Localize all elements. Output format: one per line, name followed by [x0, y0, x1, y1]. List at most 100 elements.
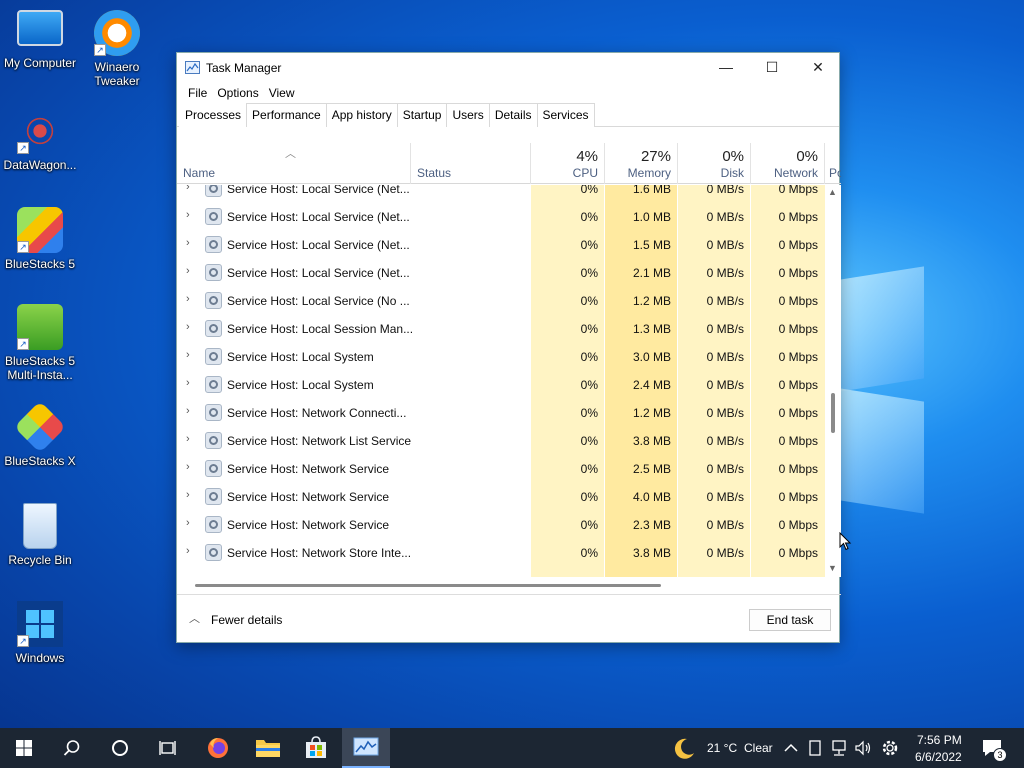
- tab-app-history[interactable]: App history: [325, 103, 398, 127]
- search-button[interactable]: [48, 728, 96, 768]
- chevron-right-icon[interactable]: ›: [186, 265, 190, 277]
- desktop-icon-datawagon[interactable]: ↗ DataWagon...: [0, 108, 80, 172]
- column-disk[interactable]: 0% Disk: [678, 143, 751, 184]
- tab-performance[interactable]: Performance: [246, 103, 327, 127]
- tab-processes[interactable]: Processes: [179, 103, 248, 128]
- table-row[interactable]: › Service Host: Local Service (No ... 0% 1.…: [177, 287, 825, 315]
- table-row[interactable]: › Service Host: Local Session Man... 0% 1.3…: [177, 315, 825, 343]
- column-memory[interactable]: 27% Memory: [605, 143, 678, 184]
- chevron-right-icon[interactable]: ›: [186, 489, 190, 501]
- chevron-right-icon[interactable]: ›: [186, 405, 190, 417]
- taskbar-task-manager[interactable]: [342, 728, 390, 768]
- column-cpu[interactable]: 4% CPU: [531, 143, 605, 184]
- menu-options[interactable]: Options: [212, 83, 263, 103]
- clock-date[interactable]: 6/6/2022: [915, 750, 962, 764]
- menu-file[interactable]: File: [183, 83, 212, 103]
- process-cpu: 0%: [580, 378, 598, 392]
- process-cpu: 0%: [580, 490, 598, 504]
- service-gear-icon: [205, 185, 222, 197]
- desktop-icon-winaero-tweaker[interactable]: ↗ Winaero Tweaker: [77, 10, 157, 88]
- desktop-icon-bluestacks-5[interactable]: ↗ BlueStacks 5: [0, 207, 80, 271]
- desktop-icon-my-computer[interactable]: My Computer: [0, 10, 80, 70]
- chevron-up-icon[interactable]: [784, 742, 798, 754]
- table-row[interactable]: › Service Host: Local Service (Net... 0% 1.…: [177, 185, 825, 203]
- chevron-up-icon[interactable]: ︿: [189, 610, 200, 626]
- chevron-right-icon[interactable]: ›: [186, 209, 190, 221]
- table-row[interactable]: › Service Host: Network Store Inte... 0% 3.…: [177, 539, 825, 567]
- windows-start-icon: [16, 740, 32, 756]
- process-disk: 0 MB/s: [706, 518, 744, 532]
- vertical-scroll-thumb[interactable]: [831, 393, 835, 433]
- task-view-button[interactable]: [144, 728, 192, 768]
- weather-condition[interactable]: Clear: [744, 741, 773, 755]
- sort-ascending-icon: ︿: [285, 148, 296, 160]
- table-row[interactable]: › Service Host: Network List Service 0% 3.8…: [177, 427, 825, 455]
- chevron-right-icon[interactable]: ›: [186, 293, 190, 305]
- chevron-right-icon[interactable]: ›: [186, 545, 190, 557]
- column-network[interactable]: 0% Network: [751, 143, 825, 184]
- clock-time[interactable]: 7:56 PM: [917, 733, 962, 747]
- table-row[interactable]: › Service Host: Local Service (Net... 0% 2.…: [177, 259, 825, 287]
- cortana-button[interactable]: [96, 728, 144, 768]
- minimize-button[interactable]: —: [703, 53, 749, 83]
- chevron-right-icon[interactable]: ›: [186, 517, 190, 529]
- chevron-right-icon[interactable]: ›: [186, 185, 190, 193]
- chevron-right-icon[interactable]: ›: [186, 461, 190, 473]
- bluestacks-icon: ↗: [17, 207, 63, 253]
- column-header: ︿ Name Status 4% CPU 27% Memory 0% Disk …: [177, 143, 841, 184]
- fewer-details-link[interactable]: Fewer details: [211, 613, 282, 627]
- chevron-right-icon[interactable]: ›: [186, 377, 190, 389]
- cpu-total-percent: 4%: [576, 148, 598, 165]
- maximize-button[interactable]: ☐: [749, 53, 795, 83]
- taskbar-file-explorer[interactable]: [244, 728, 292, 768]
- desktop-icon-bluestacks-x[interactable]: BlueStacks X: [0, 400, 80, 468]
- gear-icon[interactable]: [880, 738, 900, 758]
- chevron-right-icon[interactable]: ›: [186, 433, 190, 445]
- tab-startup[interactable]: Startup: [396, 103, 448, 127]
- chevron-right-icon[interactable]: ›: [186, 237, 190, 249]
- tablet-icon[interactable]: [808, 740, 822, 756]
- process-memory: 1.2 MB: [632, 406, 671, 420]
- column-status[interactable]: Status: [411, 143, 531, 184]
- column-name[interactable]: ︿ Name: [177, 143, 411, 184]
- wallpaper-windows-logo: [840, 255, 930, 515]
- vertical-scrollbar[interactable]: ▲ ▼: [825, 185, 841, 577]
- end-task-button[interactable]: End task: [749, 609, 831, 631]
- moon-weather-icon[interactable]: [672, 737, 696, 761]
- taskbar-microsoft-store[interactable]: [292, 728, 340, 768]
- table-row[interactable]: › Service Host: Network Service 0% 4.0 MB 0 …: [177, 483, 825, 511]
- table-row[interactable]: › Service Host: Network Connecti... 0% 1.2 …: [177, 399, 825, 427]
- shortcut-arrow-icon: ↗: [94, 44, 106, 56]
- table-row[interactable]: › Service Host: Local System 0% 2.4 MB 0 MB/…: [177, 371, 825, 399]
- desktop-icon-windows[interactable]: ↗ Windows: [0, 601, 80, 665]
- title-bar[interactable]: Task Manager — ☐ ✕: [177, 53, 839, 83]
- desktop-icon-recycle-bin[interactable]: Recycle Bin: [0, 503, 80, 567]
- weather-temperature[interactable]: 21 °C: [707, 741, 737, 755]
- process-network: 0 Mbps: [778, 546, 818, 560]
- desktop-icon-bluestacks-multi-instance[interactable]: ↗ BlueStacks 5 Multi-Insta...: [0, 304, 80, 382]
- table-row[interactable]: › Service Host: Local Service (Net... 0% 1.…: [177, 203, 825, 231]
- service-gear-icon: [205, 376, 222, 393]
- tab-users[interactable]: Users: [446, 103, 490, 127]
- network-icon[interactable]: [830, 739, 848, 757]
- datawagon-icon: ↗: [17, 108, 63, 154]
- table-row[interactable]: › Service Host: Local Service (Net... 0% 1.…: [177, 231, 825, 259]
- menu-view[interactable]: View: [264, 83, 300, 103]
- scroll-down-icon[interactable]: ▼: [828, 563, 837, 573]
- table-row[interactable]: › Service Host: Network Service 0% 2.3 MB 0 …: [177, 511, 825, 539]
- scroll-up-icon[interactable]: ▲: [828, 187, 837, 197]
- close-button[interactable]: ✕: [795, 53, 841, 83]
- chevron-right-icon[interactable]: ›: [186, 321, 190, 333]
- tab-details[interactable]: Details: [488, 103, 538, 127]
- column-power[interactable]: Po: [825, 143, 841, 184]
- horizontal-scrollbar[interactable]: [177, 577, 825, 593]
- tab-services[interactable]: Services: [536, 103, 595, 127]
- start-button[interactable]: [0, 728, 48, 768]
- volume-icon[interactable]: [854, 739, 872, 757]
- taskbar-firefox[interactable]: [194, 728, 242, 768]
- chevron-right-icon[interactable]: ›: [186, 349, 190, 361]
- table-row[interactable]: › Service Host: Network Service 0% 2.5 MB 0 …: [177, 455, 825, 483]
- process-name: Service Host: Network Connecti...: [227, 406, 407, 420]
- horizontal-scroll-thumb[interactable]: [195, 584, 661, 587]
- table-row[interactable]: › Service Host: Local System 0% 3.0 MB 0 MB/…: [177, 343, 825, 371]
